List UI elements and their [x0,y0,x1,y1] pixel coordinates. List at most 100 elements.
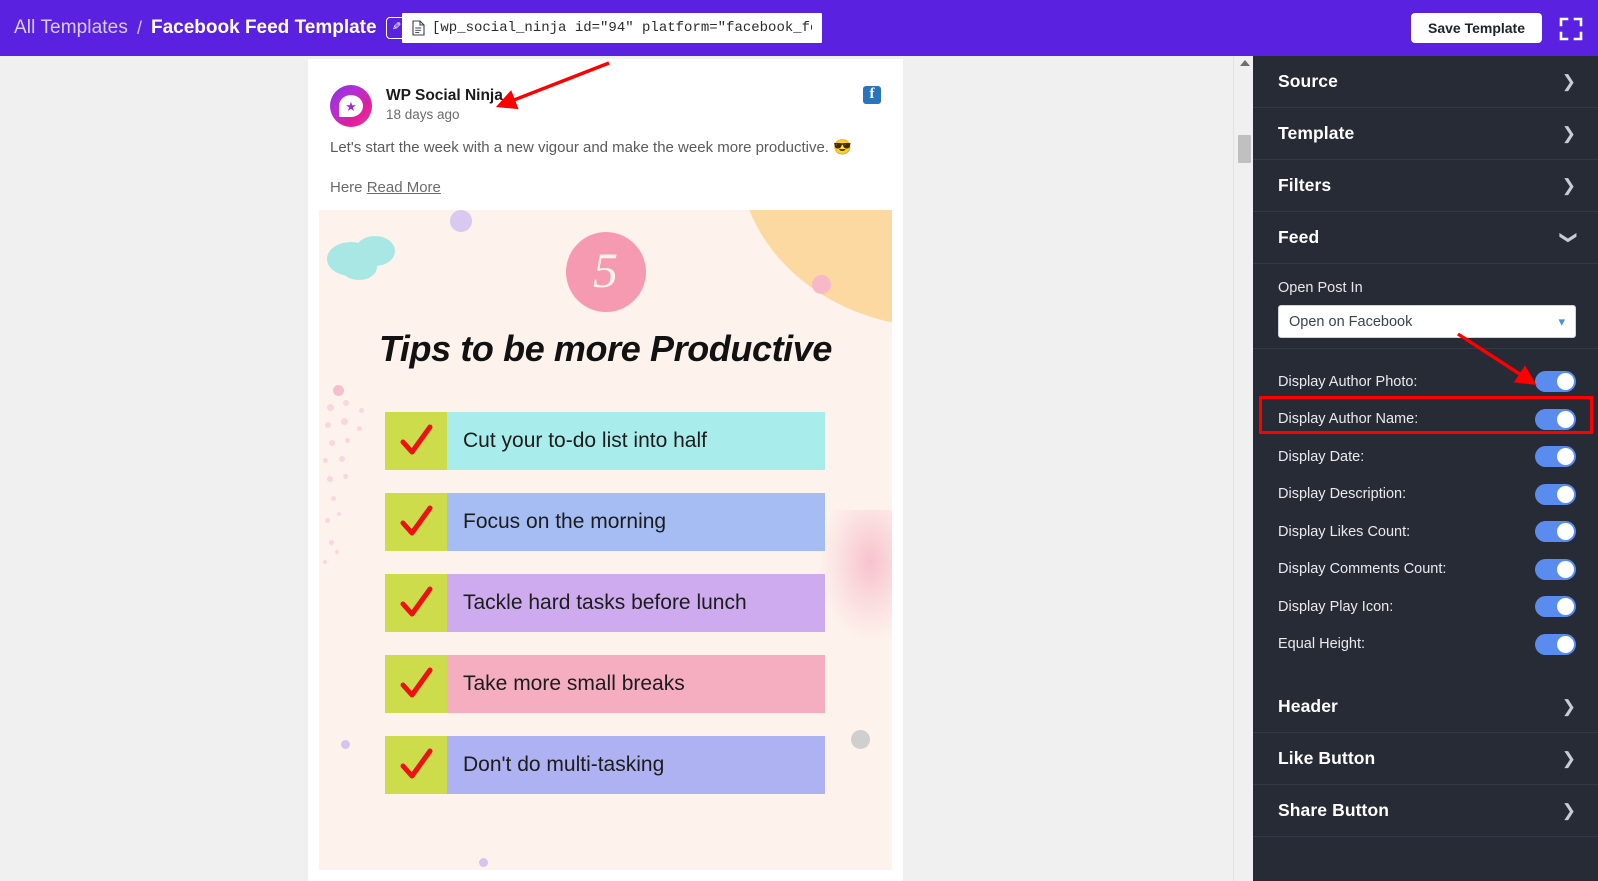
toggle-row-display-likes-count[interactable]: Display Likes Count: [1278,513,1576,551]
feed-toggle-list: Display Author Photo: Display Author Name… [1253,349,1598,681]
read-more-link[interactable]: Read More [367,179,441,196]
toggle-switch-display-author-photo[interactable] [1535,371,1576,393]
toggle-label: Display Date: [1278,448,1365,465]
breadcrumb-all-templates[interactable]: All Templates [14,17,128,39]
decor-dot [331,495,336,501]
decor-dot [323,559,327,564]
fullscreen-icon[interactable] [1557,15,1585,43]
toggle-row-display-author-name[interactable]: Display Author Name: [1278,401,1576,439]
toggle-switch-display-date[interactable] [1535,446,1576,468]
toggle-label: Display Description: [1278,486,1407,503]
infographic-tip-text: Tackle hard tasks before lunch [447,573,825,632]
toggle-switch-display-description[interactable] [1535,483,1576,505]
toggle-knob [1557,598,1574,616]
scroll-up-arrow-icon[interactable] [1240,60,1250,66]
speech-bubble-icon: ★ [339,95,363,117]
canvas-scrollbar-thumb[interactable] [1238,135,1251,163]
toggle-switch-display-play-icon[interactable] [1535,596,1576,618]
sidebar-section-like-button[interactable]: Like Button ❯ [1253,733,1598,785]
read-more-prefix: Here [330,178,363,196]
checkmark-icon [385,735,447,794]
decor-dot [335,549,339,554]
toggle-row-equal-height[interactable]: Equal Height: [1278,626,1576,664]
document-icon [412,20,425,36]
sidebar-section-header[interactable]: Header ❯ [1253,681,1598,733]
toggle-switch-display-likes-count[interactable] [1535,521,1576,543]
decor-dot [345,437,350,443]
sidebar-section-filters[interactable]: Filters ❯ [1253,160,1598,212]
decor-dot [341,417,348,425]
toggle-row-display-comments-count[interactable]: Display Comments Count: [1278,551,1576,589]
infographic-tip-row: Take more small breaks [385,654,825,713]
toggle-label: Display Author Photo: [1278,373,1418,390]
decor-dot [329,539,334,545]
preview-canvas: ★ WP Social Ninja 18 days ago f Let's st… [0,56,1254,881]
avatar: ★ [330,85,372,127]
infographic-tip-text: Take more small breaks [447,654,825,713]
toggle-switch-display-author-name[interactable] [1535,408,1576,430]
post-date: 18 days ago [386,107,460,123]
star-icon: ★ [345,98,357,114]
sidebar-section-label: Template [1278,123,1355,143]
decor-dot [325,517,330,523]
decor-cloud [341,253,377,280]
sidebar-section-label: Share Button [1278,800,1390,820]
toggle-label: Display Play Icon: [1278,598,1394,615]
decor-dot [359,407,364,413]
infographic-tip-text: Focus on the morning [447,492,825,551]
toggle-knob [1557,373,1574,391]
author-block: WP Social Ninja 18 days ago [386,85,503,122]
settings-sidebar: Source ❯ Template ❯ Filters ❯ Feed ❯ Open Post … [1253,56,1598,881]
toggle-knob [1557,560,1574,578]
chevron-down-icon: ❯ [1559,230,1579,245]
sidebar-section-template[interactable]: Template ❯ [1253,108,1598,160]
infographic-tip-list: Cut your to-do list into half Focus on th… [385,411,825,817]
top-bar: All Templates / Facebook Feed Template ✎… [0,0,1598,56]
decor-dot [343,473,348,479]
canvas-scrollbar[interactable] [1233,56,1254,881]
shortcode-text: [wp_social_ninja id="94" platform="faceb… [432,20,812,36]
decor-lilac-dot [341,739,350,749]
infographic-number-badge: 5 [565,231,646,312]
decor-lilac-dot [479,857,488,867]
decor-dot [323,457,328,463]
sidebar-sections-bottom: Header ❯ Like Button ❯ Share Button ❯ [1253,681,1598,837]
sidebar-section-label: Source [1278,71,1338,91]
decor-pink-dot [812,274,831,294]
open-post-in-select[interactable]: Open on Facebook [1278,305,1576,338]
chevron-right-icon: ❯ [1561,176,1576,195]
toggle-row-display-description[interactable]: Display Description: [1278,476,1576,514]
toggle-row-display-author-photo[interactable]: Display Author Photo: [1278,363,1576,401]
decor-dot-grid [321,399,381,600]
facebook-letter: f [869,86,875,102]
save-template-button[interactable]: Save Template [1410,13,1542,43]
sidebar-section-label: Feed [1278,227,1320,247]
toggle-knob [1557,448,1574,466]
post-media-infographic[interactable]: 5 Tips to be more Productive Cut your to… [319,209,892,870]
chevron-right-icon: ❯ [1561,72,1576,91]
toggle-knob [1557,410,1574,428]
toggle-label: Display Comments Count: [1278,561,1447,578]
decor-pink-dot [333,384,344,396]
toggle-switch-equal-height[interactable] [1535,633,1576,655]
checkmark-icon [385,492,447,551]
toggle-row-display-date[interactable]: Display Date: [1278,438,1576,476]
sidebar-section-share-button[interactable]: Share Button ❯ [1253,785,1598,837]
toggle-row-display-play-icon[interactable]: Display Play Icon: [1278,588,1576,626]
toggle-label: Display Author Name: [1278,411,1419,428]
toggle-switch-display-comments-count[interactable] [1535,558,1576,580]
infographic-tip-row: Tackle hard tasks before lunch [385,573,825,632]
shortcode-field[interactable]: [wp_social_ninja id="94" platform="faceb… [402,13,822,43]
sidebar-section-source[interactable]: Source ❯ [1253,56,1598,108]
open-post-in-label: Open Post In [1278,280,1363,296]
post-description: Let's start the week with a new vigour a… [330,139,852,156]
sidebar-section-feed[interactable]: Feed ❯ [1253,212,1598,264]
pencil-icon: ✎ [391,21,401,34]
open-post-in-select-wrap: Open on Facebook ▾ [1278,305,1576,338]
app-root: All Templates / Facebook Feed Template ✎… [0,0,1598,881]
infographic-tip-text: Cut your to-do list into half [447,411,825,470]
infographic-tip-text: Don't do multi-tasking [447,735,825,794]
decor-lilac-dot [450,209,472,232]
sidebar-section-label: Filters [1278,175,1332,195]
decor-dot [357,425,362,431]
